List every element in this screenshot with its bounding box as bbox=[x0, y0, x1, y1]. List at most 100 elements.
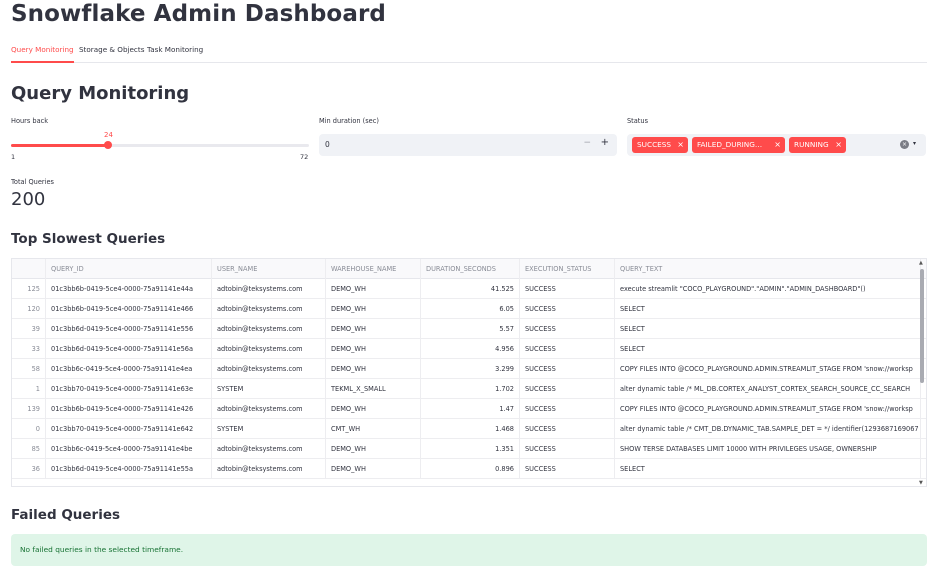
table-cell[interactable]: 0.896 bbox=[421, 459, 520, 479]
slider-thumb[interactable] bbox=[104, 141, 112, 149]
table-cell[interactable]: DEMO_WH bbox=[326, 399, 421, 419]
column-header[interactable]: USER_NAME bbox=[212, 259, 326, 279]
table-cell[interactable]: DEMO_WH bbox=[326, 299, 421, 319]
status-tag-failed[interactable]: FAILED_DURING… × bbox=[692, 137, 785, 153]
table-cell[interactable]: SUCCESS bbox=[520, 319, 615, 339]
table-cell[interactable]: adtobin@teksystems.com bbox=[212, 319, 326, 339]
row-index[interactable]: 39 bbox=[12, 319, 46, 339]
column-header[interactable]: DURATION_SECONDS bbox=[421, 259, 520, 279]
table-cell[interactable]: 01c3bb70-0419-5ce4-0000-75a91141e642 bbox=[46, 419, 212, 439]
table-cell[interactable]: SYSTEM bbox=[212, 379, 326, 399]
table-cell[interactable]: SYSTEM bbox=[212, 419, 326, 439]
tag-remove-icon[interactable]: × bbox=[677, 137, 684, 153]
hours-back-slider[interactable] bbox=[11, 141, 309, 149]
table-row[interactable]: 139 01c3bb6b-0419-5ce4-0000-75a91141e426 a… bbox=[12, 399, 926, 419]
table-cell[interactable]: 01c3bb6b-0419-5ce4-0000-75a91141e44a bbox=[46, 279, 212, 299]
table-cell[interactable]: 41.525 bbox=[421, 279, 520, 299]
table-row[interactable]: 39 01c3bb6d-0419-5ce4-0000-75a91141e556 ad… bbox=[12, 319, 926, 339]
status-tag-success[interactable]: SUCCESS × bbox=[632, 137, 688, 153]
table-cell[interactable]: adtobin@teksystems.com bbox=[212, 359, 326, 379]
table-cell[interactable]: DEMO_WH bbox=[326, 359, 421, 379]
table-cell[interactable]: 01c3bb6b-0419-5ce4-0000-75a91141e466 bbox=[46, 299, 212, 319]
table-cell[interactable]: CMT_WH bbox=[326, 419, 421, 439]
table-cell[interactable]: 01c3bb70-0419-5ce4-0000-75a91141e63e bbox=[46, 379, 212, 399]
table-cell[interactable]: SELECT bbox=[615, 319, 921, 339]
scroll-down-icon[interactable]: ▼ bbox=[919, 480, 923, 486]
row-index[interactable]: 36 bbox=[12, 459, 46, 479]
row-index[interactable]: 33 bbox=[12, 339, 46, 359]
column-header[interactable]: EXECUTION_STATUS bbox=[520, 259, 615, 279]
table-row[interactable]: 120 01c3bb6b-0419-5ce4-0000-75a91141e466 a… bbox=[12, 299, 926, 319]
table-cell[interactable]: 4.956 bbox=[421, 339, 520, 359]
table-cell[interactable]: adtobin@teksystems.com bbox=[212, 279, 326, 299]
column-header[interactable]: QUERY_TEXT bbox=[615, 259, 921, 279]
table-cell[interactable]: SHOW TERSE DATABASES LIMIT 10000 WITH PR… bbox=[615, 439, 921, 459]
table-cell[interactable]: 01c3bb6d-0419-5ce4-0000-75a91141e56a bbox=[46, 339, 212, 359]
table-cell[interactable]: SUCCESS bbox=[520, 339, 615, 359]
scroll-up-icon[interactable]: ▲ bbox=[919, 260, 923, 266]
chevron-down-icon[interactable]: ▾ bbox=[913, 140, 916, 147]
tag-remove-icon[interactable]: × bbox=[774, 137, 781, 153]
table-cell[interactable]: SUCCESS bbox=[520, 419, 615, 439]
table-row[interactable]: 0 01c3bb70-0419-5ce4-0000-75a91141e642 SYS… bbox=[12, 419, 926, 439]
table-cell[interactable]: SELECT bbox=[615, 299, 921, 319]
column-header-index[interactable] bbox=[12, 259, 46, 279]
table-row[interactable]: 125 01c3bb6b-0419-5ce4-0000-75a91141e44a a… bbox=[12, 279, 926, 299]
clear-icon[interactable]: × bbox=[900, 140, 909, 149]
table-cell[interactable]: 6.05 bbox=[421, 299, 520, 319]
table-cell[interactable]: 5.57 bbox=[421, 319, 520, 339]
table-scrollbar[interactable]: ▲ ▼ bbox=[919, 260, 925, 486]
table-cell[interactable]: adtobin@teksystems.com bbox=[212, 439, 326, 459]
table-row[interactable]: 1 01c3bb70-0419-5ce4-0000-75a91141e63e SYS… bbox=[12, 379, 926, 399]
table-cell[interactable]: SUCCESS bbox=[520, 279, 615, 299]
table-cell[interactable]: DEMO_WH bbox=[326, 319, 421, 339]
row-index[interactable]: 120 bbox=[12, 299, 46, 319]
table-cell[interactable]: SUCCESS bbox=[520, 399, 615, 419]
table-cell[interactable]: execute streamlit "COCO_PLAYGROUND"."ADM… bbox=[615, 279, 921, 299]
table-cell[interactable]: SUCCESS bbox=[520, 439, 615, 459]
table-cell[interactable]: 01c3bb6b-0419-5ce4-0000-75a91141e426 bbox=[46, 399, 212, 419]
table-cell[interactable]: adtobin@teksystems.com bbox=[212, 459, 326, 479]
decrement-button[interactable]: − bbox=[583, 138, 591, 148]
table-cell[interactable]: 1.351 bbox=[421, 439, 520, 459]
table-cell[interactable]: DEMO_WH bbox=[326, 459, 421, 479]
table-cell[interactable]: alter dynamic table /* CMT_DB.DYNAMIC_TA… bbox=[615, 419, 921, 439]
min-duration-value[interactable]: 0 bbox=[325, 140, 330, 149]
table-row[interactable]: 85 01c3bb6c-0419-5ce4-0000-75a91141e4be ad… bbox=[12, 439, 926, 459]
tab-storage-objects[interactable]: Storage & Objects bbox=[79, 44, 144, 63]
table-cell[interactable]: DEMO_WH bbox=[326, 339, 421, 359]
table-cell[interactable]: 1.468 bbox=[421, 419, 520, 439]
table-cell[interactable]: adtobin@teksystems.com bbox=[212, 299, 326, 319]
table-cell[interactable]: adtobin@teksystems.com bbox=[212, 339, 326, 359]
table-row[interactable]: 36 01c3bb6d-0419-5ce4-0000-75a91141e55a ad… bbox=[12, 459, 926, 479]
slowest-queries-table[interactable]: QUERY_ID USER_NAME WAREHOUSE_NAME DURATION_… bbox=[11, 258, 927, 487]
table-cell[interactable]: 01c3bb6d-0419-5ce4-0000-75a91141e55a bbox=[46, 459, 212, 479]
status-tag-running[interactable]: RUNNING × bbox=[789, 137, 846, 153]
scroll-thumb[interactable] bbox=[920, 269, 924, 383]
row-index[interactable]: 85 bbox=[12, 439, 46, 459]
table-cell[interactable]: TEKML_X_SMALL bbox=[326, 379, 421, 399]
table-row[interactable]: 33 01c3bb6d-0419-5ce4-0000-75a91141e56a ad… bbox=[12, 339, 926, 359]
table-cell[interactable]: 1.702 bbox=[421, 379, 520, 399]
table-cell[interactable]: 3.299 bbox=[421, 359, 520, 379]
table-cell[interactable]: COPY FILES INTO @COCO_PLAYGROUND.ADMIN.S… bbox=[615, 399, 921, 419]
table-cell[interactable]: SUCCESS bbox=[520, 379, 615, 399]
min-duration-input[interactable]: 0 − + bbox=[319, 134, 617, 156]
table-row[interactable]: 58 01c3bb6c-0419-5ce4-0000-75a91141e4ea ad… bbox=[12, 359, 926, 379]
row-index[interactable]: 139 bbox=[12, 399, 46, 419]
table-cell[interactable]: SELECT bbox=[615, 339, 921, 359]
table-cell[interactable]: SUCCESS bbox=[520, 299, 615, 319]
table-cell[interactable]: adtobin@teksystems.com bbox=[212, 399, 326, 419]
row-index[interactable]: 1 bbox=[12, 379, 46, 399]
tab-task-monitoring[interactable]: Task Monitoring bbox=[147, 44, 203, 63]
table-cell[interactable]: DEMO_WH bbox=[326, 279, 421, 299]
row-index[interactable]: 0 bbox=[12, 419, 46, 439]
table-cell[interactable]: 1.47 bbox=[421, 399, 520, 419]
column-header[interactable]: QUERY_ID bbox=[46, 259, 212, 279]
table-cell[interactable]: SELECT bbox=[615, 459, 921, 479]
table-cell[interactable]: SUCCESS bbox=[520, 459, 615, 479]
row-index[interactable]: 58 bbox=[12, 359, 46, 379]
status-multiselect[interactable]: SUCCESS × FAILED_DURING… × RUNNING × × ▾ bbox=[627, 134, 926, 156]
table-cell[interactable]: DEMO_WH bbox=[326, 439, 421, 459]
column-header[interactable]: WAREHOUSE_NAME bbox=[326, 259, 421, 279]
